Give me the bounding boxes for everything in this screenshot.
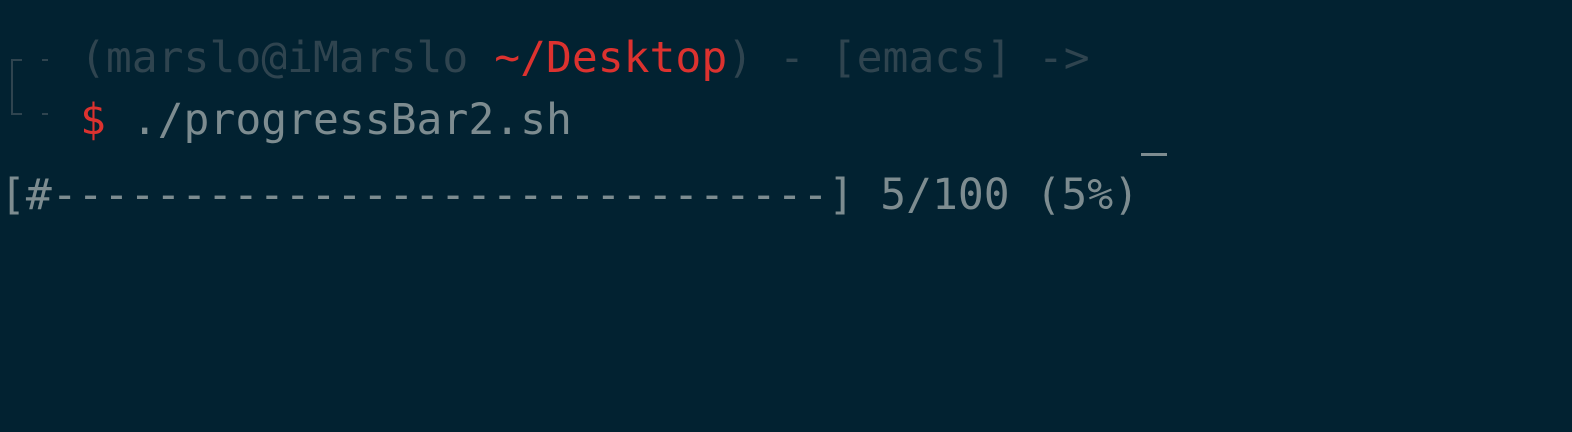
cursor-wrap [1139,153,1168,209]
cursor-icon [1141,153,1168,156]
prompt-context: [emacs] [830,33,1012,83]
command-line: $ ./progressBar2.sh [80,92,572,148]
prompt-user-host: marslo@iMarslo [105,33,469,83]
prompt-separator: - [753,33,831,83]
prompt-open-paren: ( [80,33,106,83]
output-line[interactable]: [#------------------------------] 5/100 … [0,153,1168,220]
prompt-close-paren: ) [727,33,754,83]
progress-bar: [#------------------------------] [0,170,855,220]
prompt-cwd: ~/Desktop [494,33,728,83]
prompt-bracket-icon [11,59,48,115]
command-text: ./progressBar2.sh [131,95,572,145]
terminal-window[interactable]: (marslo@iMarslo ~/Desktop) - [emacs] -> … [0,0,1572,432]
prompt-line: (marslo@iMarslo ~/Desktop) - [emacs] -> [80,30,1090,86]
progress-text: 5/100 (5%) [880,170,1140,220]
prompt-symbol: $ [80,95,106,145]
prompt-arrow: -> [1012,33,1090,83]
